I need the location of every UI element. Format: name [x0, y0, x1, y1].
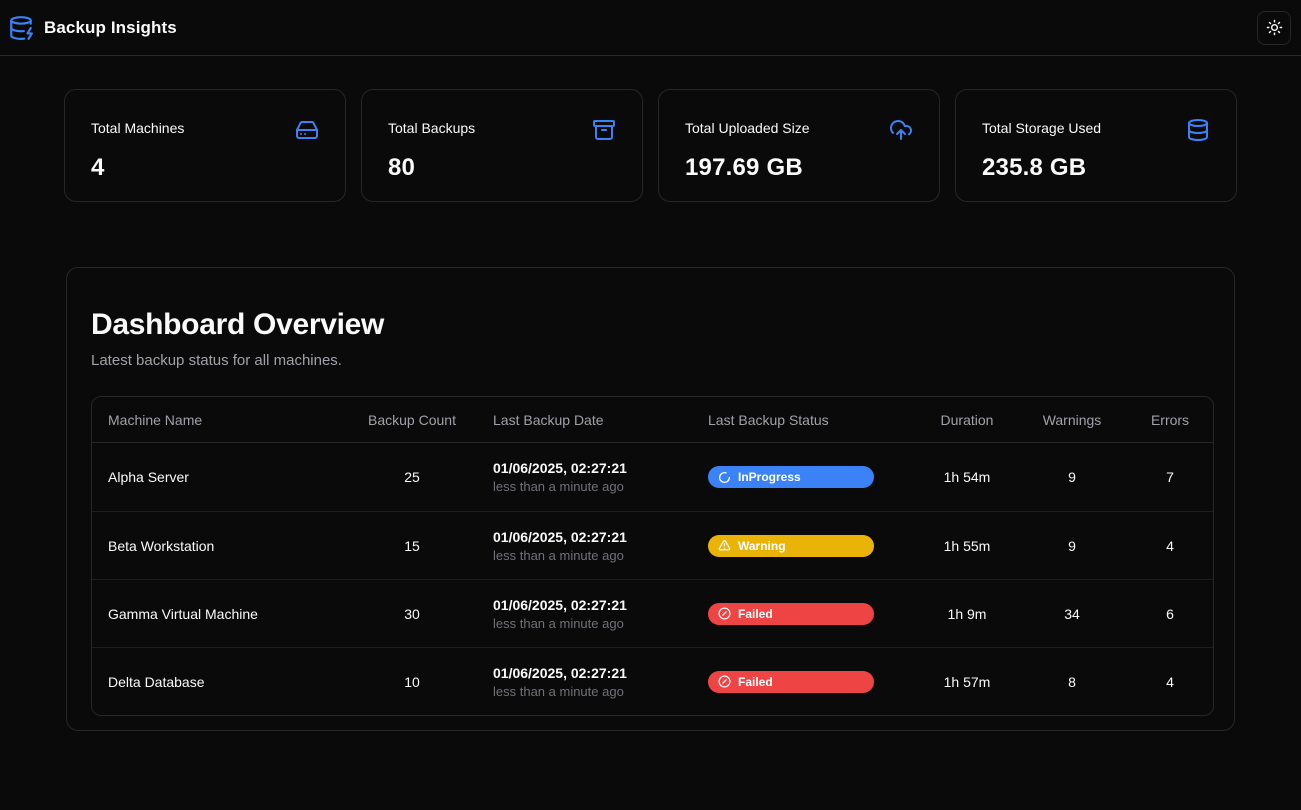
col-last-backup-date: Last Backup Date [477, 397, 692, 443]
last-backup-date-cell: 01/06/2025, 02:27:21 less than a minute … [477, 647, 692, 715]
stat-label: Total Uploaded Size [685, 118, 810, 136]
app-header: Backup Insights [0, 0, 1301, 56]
table-header: Machine Name Backup Count Last Backup Da… [92, 397, 1213, 443]
app-title: Backup Insights [44, 18, 177, 38]
page-title: Dashboard Overview [91, 308, 1210, 342]
last-backup-status-cell: Warning [692, 511, 917, 579]
last-backup-date-cell: 01/06/2025, 02:27:21 less than a minute … [477, 579, 692, 647]
last-backup-date-cell: 01/06/2025, 02:27:21 less than a minute … [477, 443, 692, 511]
x-circle-icon [718, 675, 731, 688]
date-relative: less than a minute ago [493, 548, 676, 563]
theme-toggle-button[interactable] [1257, 11, 1291, 45]
backup-count-cell: 15 [347, 511, 477, 579]
table-row: Gamma Virtual Machine 30 01/06/2025, 02:… [92, 579, 1213, 647]
col-warnings: Warnings [1017, 397, 1127, 443]
date-relative: less than a minute ago [493, 616, 676, 631]
stat-value: 4 [91, 154, 319, 182]
duration-cell: 1h 57m [917, 647, 1017, 715]
stat-value: 80 [388, 154, 616, 182]
last-backup-status-cell: Failed [692, 579, 917, 647]
cloud-upload-icon [889, 118, 913, 142]
backup-count-cell: 10 [347, 647, 477, 715]
status-badge: Failed [708, 603, 874, 625]
page-subtitle: Latest backup status for all machines. [91, 352, 1210, 369]
machine-name-cell: Alpha Server [92, 443, 347, 511]
status-badge: Warning [708, 535, 874, 557]
overview-card: Dashboard Overview Latest backup status … [66, 267, 1235, 731]
col-errors: Errors [1127, 397, 1213, 443]
status-badge: Failed [708, 671, 874, 693]
status-label: Failed [738, 675, 773, 689]
alert-triangle-icon [718, 539, 731, 552]
x-circle-icon [718, 607, 731, 620]
date-relative: less than a minute ago [493, 479, 676, 494]
status-badge: InProgress [708, 466, 874, 488]
table-wrap: Machine Name Backup Count Last Backup Da… [91, 396, 1210, 716]
date-primary: 01/06/2025, 02:27:21 [493, 665, 676, 681]
database-zap-icon [8, 15, 34, 41]
last-backup-status-cell: Failed [692, 647, 917, 715]
stat-label: Total Backups [388, 118, 475, 136]
table-row: Alpha Server 25 01/06/2025, 02:27:21 les… [92, 443, 1213, 511]
archive-icon [592, 118, 616, 142]
machine-name-cell: Delta Database [92, 647, 347, 715]
date-primary: 01/06/2025, 02:27:21 [493, 460, 676, 476]
date-primary: 01/06/2025, 02:27:21 [493, 597, 676, 613]
date-relative: less than a minute ago [493, 684, 676, 699]
warnings-cell: 34 [1017, 579, 1127, 647]
machine-name-cell: Gamma Virtual Machine [92, 579, 347, 647]
brand: Backup Insights [8, 15, 177, 41]
stat-label: Total Machines [91, 118, 184, 136]
stats-row: Total Machines 4 Total Backups 80 [0, 56, 1301, 202]
loader-icon [718, 471, 731, 484]
duration-cell: 1h 54m [917, 443, 1017, 511]
last-backup-date-cell: 01/06/2025, 02:27:21 less than a minute … [477, 511, 692, 579]
sun-icon [1266, 19, 1283, 36]
hard-drive-icon [295, 118, 319, 142]
stat-card-total-storage-used: Total Storage Used 235.8 GB [955, 89, 1237, 202]
warnings-cell: 9 [1017, 511, 1127, 579]
table-row: Delta Database 10 01/06/2025, 02:27:21 l… [92, 647, 1213, 715]
backup-table: Machine Name Backup Count Last Backup Da… [91, 396, 1214, 716]
backup-count-cell: 25 [347, 443, 477, 511]
duration-cell: 1h 55m [917, 511, 1017, 579]
stat-label: Total Storage Used [982, 118, 1101, 136]
col-duration: Duration [917, 397, 1017, 443]
status-label: Failed [738, 607, 773, 621]
errors-cell: 4 [1127, 511, 1213, 579]
col-last-backup-status: Last Backup Status [692, 397, 917, 443]
duration-cell: 1h 9m [917, 579, 1017, 647]
stat-value: 235.8 GB [982, 154, 1210, 182]
col-machine-name: Machine Name [92, 397, 347, 443]
errors-cell: 4 [1127, 647, 1213, 715]
last-backup-status-cell: InProgress [692, 443, 917, 511]
col-backup-count: Backup Count [347, 397, 477, 443]
warnings-cell: 9 [1017, 443, 1127, 511]
machine-name-cell: Beta Workstation [92, 511, 347, 579]
date-primary: 01/06/2025, 02:27:21 [493, 529, 676, 545]
stat-card-total-machines: Total Machines 4 [64, 89, 346, 202]
status-label: Warning [738, 539, 786, 553]
backup-count-cell: 30 [347, 579, 477, 647]
warnings-cell: 8 [1017, 647, 1127, 715]
errors-cell: 7 [1127, 443, 1213, 511]
database-icon [1186, 118, 1210, 142]
stat-value: 197.69 GB [685, 154, 913, 182]
backup-table-body: Alpha Server 25 01/06/2025, 02:27:21 les… [92, 443, 1213, 715]
status-label: InProgress [738, 470, 801, 484]
errors-cell: 6 [1127, 579, 1213, 647]
table-row: Beta Workstation 15 01/06/2025, 02:27:21… [92, 511, 1213, 579]
stat-card-total-uploaded-size: Total Uploaded Size 197.69 GB [658, 89, 940, 202]
stat-card-total-backups: Total Backups 80 [361, 89, 643, 202]
